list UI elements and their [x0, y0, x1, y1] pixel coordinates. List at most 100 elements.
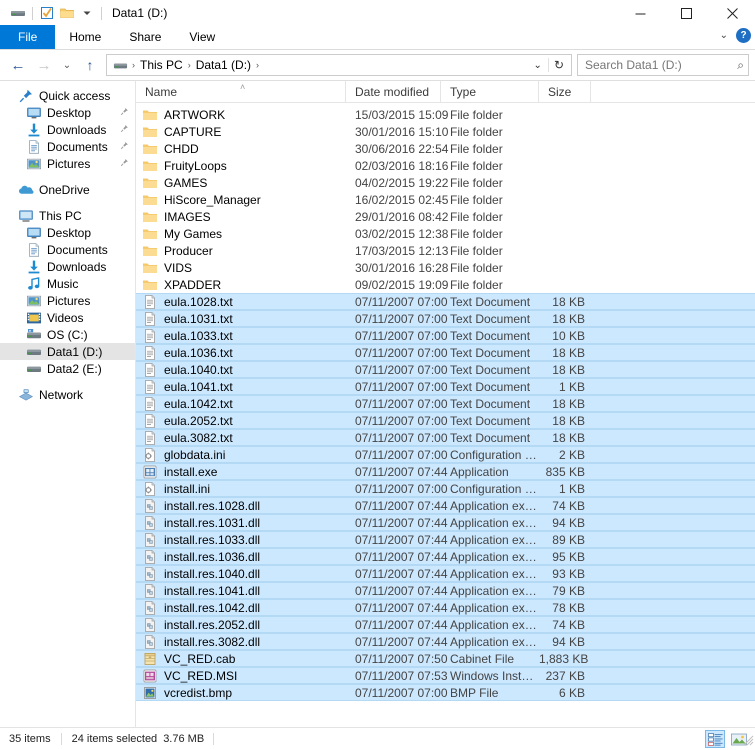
table-row[interactable]: install.res.2052.dll 07/11/2007 07:44 Appl…: [136, 616, 755, 633]
forward-button[interactable]: →: [32, 53, 56, 77]
table-row[interactable]: eula.1036.txt 07/11/2007 07:00 Text Docume…: [136, 344, 755, 361]
sidebar-item-videos[interactable]: Videos: [0, 309, 135, 326]
help-icon[interactable]: ?: [736, 28, 751, 43]
file-name-cell[interactable]: CAPTURE: [136, 124, 346, 140]
tab-share[interactable]: Share: [115, 25, 175, 49]
breadcrumb-item-data1[interactable]: Data1 (D:): [193, 58, 254, 72]
file-name-cell[interactable]: vcredist.bmp: [136, 685, 346, 701]
table-row[interactable]: install.res.1031.dll 07/11/2007 07:44 Appl…: [136, 514, 755, 531]
table-row[interactable]: eula.1033.txt 07/11/2007 07:00 Text Docume…: [136, 327, 755, 344]
sidebar-item-pictures[interactable]: Pictures: [0, 292, 135, 309]
search-input[interactable]: Search Data1 (D:): [585, 58, 737, 72]
table-row[interactable]: eula.3082.txt 07/11/2007 07:00 Text Docume…: [136, 429, 755, 446]
table-row[interactable]: install.res.1028.dll 07/11/2007 07:44 Appl…: [136, 497, 755, 514]
table-row[interactable]: Producer 17/03/2015 12:13 File folder: [136, 242, 755, 259]
table-row[interactable]: eula.1040.txt 07/11/2007 07:00 Text Docume…: [136, 361, 755, 378]
pin-icon[interactable]: [120, 141, 129, 152]
column-header-name[interactable]: Name ˄: [136, 80, 346, 103]
recent-locations-icon[interactable]: ⌄: [58, 53, 76, 77]
pin-icon[interactable]: [120, 124, 129, 135]
pin-icon[interactable]: [120, 158, 129, 169]
table-row[interactable]: FruityLoops 02/03/2016 18:16 File folder: [136, 157, 755, 174]
file-name-cell[interactable]: install.res.3082.dll: [136, 634, 346, 650]
file-name-cell[interactable]: FruityLoops: [136, 158, 346, 174]
file-name-cell[interactable]: install.ini: [136, 481, 346, 497]
file-name-cell[interactable]: install.res.1040.dll: [136, 566, 346, 582]
table-row[interactable]: CAPTURE 30/01/2016 15:10 File folder: [136, 123, 755, 140]
file-name-cell[interactable]: eula.1042.txt: [136, 396, 346, 412]
file-name-cell[interactable]: My Games: [136, 226, 346, 242]
tab-view[interactable]: View: [175, 25, 229, 49]
file-name-cell[interactable]: install.res.1041.dll: [136, 583, 346, 599]
tab-file[interactable]: File: [0, 25, 56, 49]
file-name-cell[interactable]: IMAGES: [136, 209, 346, 225]
file-name-cell[interactable]: VC_RED.MSI: [136, 668, 346, 684]
table-row[interactable]: eula.1028.txt 07/11/2007 07:00 Text Docume…: [136, 293, 755, 310]
table-row[interactable]: XPADDER 09/02/2015 19:09 File folder: [136, 276, 755, 293]
breadcrumb[interactable]: › This PC › Data1 (D:) › ⌄ ↻: [106, 54, 572, 76]
table-row[interactable]: VC_RED.MSI 07/11/2007 07:53 Windows Instal…: [136, 667, 755, 684]
file-name-cell[interactable]: install.res.2052.dll: [136, 617, 346, 633]
back-button[interactable]: ←: [6, 53, 30, 77]
properties-icon[interactable]: [37, 3, 57, 23]
sidebar-item-quick-access[interactable]: Quick access: [0, 87, 135, 104]
file-name-cell[interactable]: eula.1033.txt: [136, 328, 346, 344]
table-row[interactable]: vcredist.bmp 07/11/2007 07:00 BMP File 6 KB: [136, 684, 755, 701]
file-name-cell[interactable]: XPADDER: [136, 277, 346, 293]
tab-home[interactable]: Home: [55, 25, 115, 49]
customize-qat-icon[interactable]: [77, 3, 97, 23]
pin-icon[interactable]: [120, 107, 129, 118]
file-name-cell[interactable]: install.res.1036.dll: [136, 549, 346, 565]
resize-grip[interactable]: [742, 734, 754, 749]
table-row[interactable]: eula.1042.txt 07/11/2007 07:00 Text Docume…: [136, 395, 755, 412]
file-name-cell[interactable]: eula.1036.txt: [136, 345, 346, 361]
table-row[interactable]: CHDD 30/06/2016 22:54 File folder: [136, 140, 755, 157]
table-row[interactable]: GAMES 04/02/2015 19:22 File folder: [136, 174, 755, 191]
table-row[interactable]: install.res.3082.dll 07/11/2007 07:44 Appl…: [136, 633, 755, 650]
file-name-cell[interactable]: eula.1031.txt: [136, 311, 346, 327]
chevron-down-icon[interactable]: ⌄: [720, 30, 728, 41]
sidebar-item-documents[interactable]: Documents: [0, 138, 135, 155]
file-name-cell[interactable]: GAMES: [136, 175, 346, 191]
sidebar-item-desktop[interactable]: Desktop: [0, 104, 135, 121]
file-name-cell[interactable]: install.res.1028.dll: [136, 498, 346, 514]
sidebar-item-desktop[interactable]: Desktop: [0, 224, 135, 241]
file-name-cell[interactable]: install.res.1042.dll: [136, 600, 346, 616]
file-name-cell[interactable]: install.res.1031.dll: [136, 515, 346, 531]
table-row[interactable]: install.res.1033.dll 07/11/2007 07:44 Appl…: [136, 531, 755, 548]
breadcrumb-item-this-pc[interactable]: This PC: [137, 58, 186, 72]
refresh-icon[interactable]: ↻: [547, 58, 569, 72]
sidebar-item-music[interactable]: Music: [0, 275, 135, 292]
column-header-size[interactable]: Size: [539, 80, 591, 103]
file-name-cell[interactable]: HiScore_Manager: [136, 192, 346, 208]
file-name-cell[interactable]: VIDS: [136, 260, 346, 276]
maximize-button[interactable]: [663, 0, 709, 26]
sidebar-item-os-c[interactable]: OS (C:): [0, 326, 135, 343]
sidebar-item-data1-d[interactable]: Data1 (D:): [0, 343, 135, 360]
column-header-type[interactable]: Type: [441, 80, 539, 103]
file-name-cell[interactable]: eula.2052.txt: [136, 413, 346, 429]
sidebar-item-documents[interactable]: Documents: [0, 241, 135, 258]
close-button[interactable]: [709, 0, 755, 26]
file-name-cell[interactable]: eula.1040.txt: [136, 362, 346, 378]
table-row[interactable]: install.res.1041.dll 07/11/2007 07:44 Appl…: [136, 582, 755, 599]
table-row[interactable]: My Games 03/02/2015 12:38 File folder: [136, 225, 755, 242]
breadcrumb-dropdown-icon[interactable]: ⌄: [528, 60, 548, 71]
table-row[interactable]: eula.1031.txt 07/11/2007 07:00 Text Docume…: [136, 310, 755, 327]
up-button[interactable]: ↑: [78, 53, 102, 77]
breadcrumb-separator-1[interactable]: ›: [186, 60, 193, 70]
sidebar-item-data2-e[interactable]: Data2 (E:): [0, 360, 135, 377]
sidebar-item-network[interactable]: Network: [0, 386, 135, 403]
table-row[interactable]: ARTWORK 15/03/2015 15:09 File folder: [136, 106, 755, 123]
sidebar-item-downloads[interactable]: Downloads: [0, 121, 135, 138]
table-row[interactable]: eula.2052.txt 07/11/2007 07:00 Text Docume…: [136, 412, 755, 429]
table-row[interactable]: install.res.1042.dll 07/11/2007 07:44 Appl…: [136, 599, 755, 616]
breadcrumb-separator-2[interactable]: ›: [254, 60, 261, 70]
file-name-cell[interactable]: Producer: [136, 243, 346, 259]
search-icon[interactable]: ⌕: [737, 58, 744, 73]
drive-icon[interactable]: [8, 3, 28, 23]
table-row[interactable]: VC_RED.cab 07/11/2007 07:50 Cabinet File 1,…: [136, 650, 755, 667]
sidebar-item-onedrive[interactable]: OneDrive: [0, 181, 135, 198]
file-name-cell[interactable]: install.res.1033.dll: [136, 532, 346, 548]
table-row[interactable]: eula.1041.txt 07/11/2007 07:00 Text Docume…: [136, 378, 755, 395]
